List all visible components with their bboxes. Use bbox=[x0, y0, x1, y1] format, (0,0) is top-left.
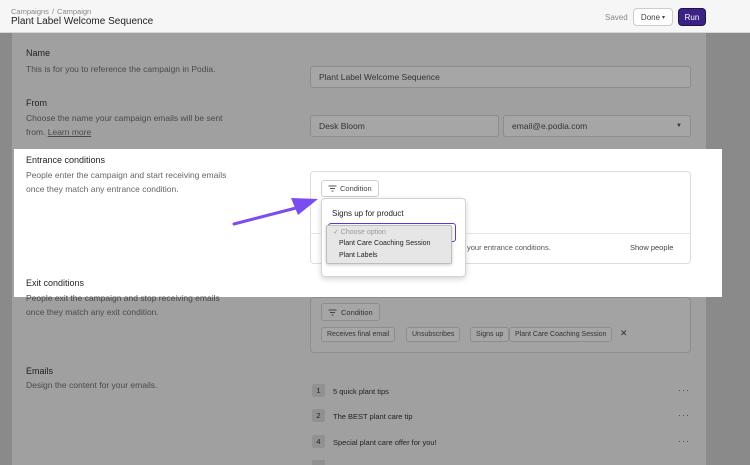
annotation-arrow-icon bbox=[232, 198, 318, 226]
